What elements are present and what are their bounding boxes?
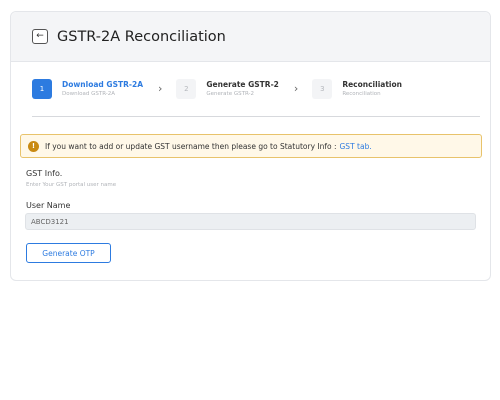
gst-info-subtitle: Enter Your GST portal user name — [26, 182, 117, 188]
step-number: 1 — [32, 79, 52, 99]
card-header: ← GSTR-2A Reconciliation — [11, 12, 490, 62]
gst-info-title: GST Info. — [26, 169, 63, 178]
step-title: Generate GSTR-2 — [206, 80, 279, 89]
arrow-left-icon: ← — [36, 31, 44, 41]
step-download-gstr-2a[interactable]: 1 Download GSTR-2A Download GSTR-2A — [32, 79, 143, 99]
chevron-right-icon: › — [293, 82, 299, 95]
step-title: Download GSTR-2A — [62, 80, 143, 89]
alert-message: If you want to add or update GST usernam… — [45, 141, 337, 151]
back-button[interactable]: ← — [32, 29, 48, 44]
step-generate-gstr-2[interactable]: 2 Generate GSTR-2 Generate GSTR-2 — [176, 79, 279, 99]
info-icon: ! — [28, 140, 39, 152]
step-subtitle: Reconciliation — [342, 91, 381, 97]
reconciliation-card: ← GSTR-2A Reconciliation 1 Download GSTR… — [10, 11, 491, 281]
username-input[interactable] — [25, 213, 476, 230]
step-subtitle: Generate GSTR-2 — [206, 91, 255, 97]
username-label: User Name — [26, 201, 71, 210]
step-number: 3 — [312, 79, 333, 99]
stepper: 1 Download GSTR-2A Download GSTR-2A › 2 … — [32, 79, 480, 117]
page-title: GSTR-2A Reconciliation — [57, 28, 226, 45]
step-number: 2 — [176, 79, 197, 99]
step-reconciliation[interactable]: 3 Reconciliation Reconciliation — [312, 79, 402, 99]
generate-otp-button[interactable]: Generate OTP — [26, 243, 111, 263]
gst-tab-link[interactable]: GST tab. — [340, 142, 372, 151]
info-alert: ! If you want to add or update GST usern… — [20, 134, 482, 158]
step-title: Reconciliation — [342, 80, 402, 89]
step-subtitle: Download GSTR-2A — [62, 91, 116, 97]
chevron-right-icon: › — [158, 82, 163, 95]
